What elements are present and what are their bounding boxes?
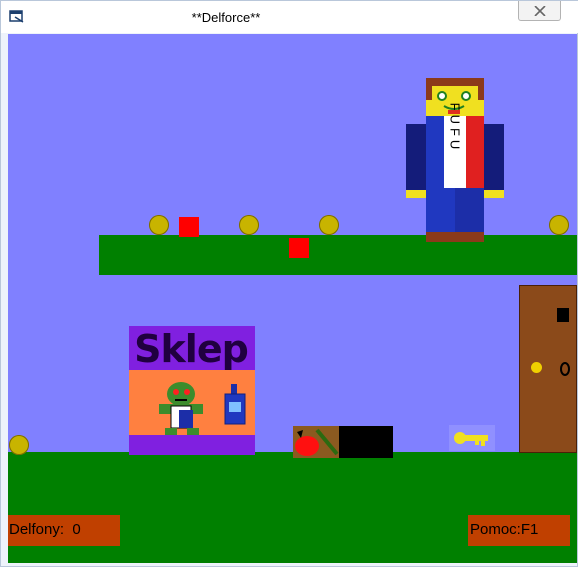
door-lock-icon bbox=[557, 308, 569, 322]
game-window: **Delforce** FUFU Sklep Delfony: 0 Pomoc… bbox=[0, 0, 578, 567]
player-character[interactable]: FUFU bbox=[406, 78, 504, 244]
delfony-counter: Delfony: 0 bbox=[8, 515, 120, 546]
help-hint: Pomoc:F1 bbox=[468, 515, 570, 546]
upper-platform bbox=[99, 235, 577, 275]
coin bbox=[549, 215, 569, 235]
coin bbox=[149, 215, 169, 235]
shopkeeper-goblin bbox=[159, 382, 203, 438]
delfony-label: Delfony: bbox=[9, 521, 65, 538]
fire-trap-icon bbox=[293, 426, 339, 458]
key-icon[interactable] bbox=[449, 425, 495, 451]
window-title: **Delforce** bbox=[191, 10, 261, 25]
close-button[interactable] bbox=[518, 1, 561, 21]
shop-counter bbox=[129, 435, 255, 455]
help-label: Pomoc:F1 bbox=[470, 521, 539, 538]
coin bbox=[319, 215, 339, 235]
door-keyhole-icon bbox=[560, 362, 570, 376]
door-knob-icon bbox=[531, 362, 542, 373]
delfony-value: 0 bbox=[72, 521, 81, 538]
shop-sign: Sklep bbox=[129, 326, 255, 370]
potion-bottle-icon bbox=[224, 384, 246, 425]
ground bbox=[8, 452, 577, 563]
red-block bbox=[289, 238, 309, 258]
player-shirt-text: FUFU bbox=[448, 103, 463, 154]
close-icon bbox=[534, 6, 546, 16]
game-canvas[interactable]: FUFU Sklep Delfony: 0 Pomoc:F1 bbox=[8, 34, 577, 563]
red-block bbox=[179, 217, 199, 237]
coin bbox=[239, 215, 259, 235]
coin bbox=[9, 435, 29, 455]
shop-sign-text: Sklep bbox=[134, 327, 248, 370]
title-bar[interactable]: **Delforce** bbox=[1, 1, 578, 33]
shop-building[interactable]: Sklep bbox=[129, 326, 255, 455]
door[interactable] bbox=[519, 285, 577, 453]
